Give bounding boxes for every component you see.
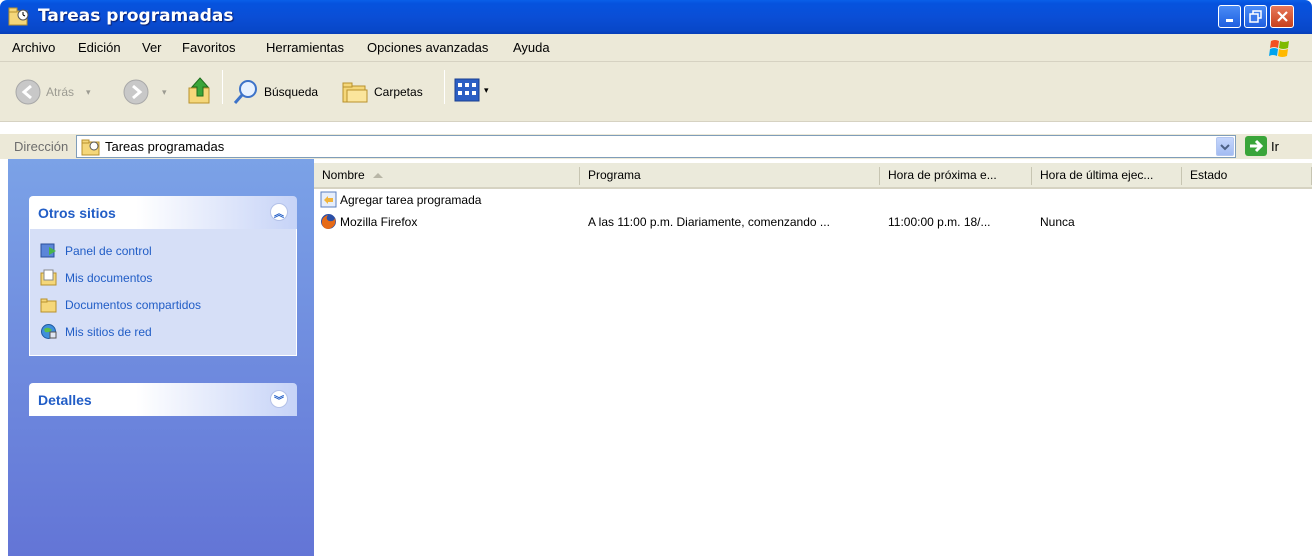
menu-herramientas[interactable]: Herramientas <box>266 40 344 55</box>
back-label: Atrás <box>46 85 75 99</box>
forward-dropdown-icon[interactable]: ▾ <box>162 87 167 98</box>
views-dropdown-icon[interactable]: ▾ <box>484 85 489 96</box>
sort-ascending-icon <box>372 172 383 178</box>
chevron-down-icon <box>1220 143 1230 150</box>
other-places-title: Otros sitios <box>38 205 116 221</box>
details-title: Detalles <box>38 392 92 408</box>
collapse-icon[interactable]: ︽ <box>270 203 288 221</box>
address-label: Dirección <box>14 139 69 154</box>
go-button[interactable]: Ir <box>1245 136 1279 156</box>
shared-folder-icon <box>40 298 57 313</box>
folders-label: Carpetas <box>374 85 423 99</box>
search-label: Búsqueda <box>264 85 319 99</box>
column-header-ultima[interactable]: Hora de última ejec... <box>1032 163 1182 189</box>
menu-ayuda[interactable]: Ayuda <box>513 40 550 55</box>
menu-ver[interactable]: Ver <box>142 40 162 55</box>
menu-opciones-avanzadas[interactable]: Opciones avanzadas <box>367 40 488 55</box>
toolbar: Atrás ▾ ▾ Búsqueda Carpetas ▾ <box>0 62 1312 122</box>
list-item[interactable]: Mozilla Firefox A las 11:00 p.m. Diariam… <box>318 213 1308 232</box>
search-button[interactable]: Búsqueda <box>232 78 318 106</box>
link-shared-documents[interactable]: Documentos compartidos <box>40 291 286 318</box>
other-places-header[interactable]: Otros sitios ︽ <box>29 196 297 229</box>
column-header-estado[interactable]: Estado <box>1182 163 1312 189</box>
address-dropdown-button[interactable] <box>1216 137 1234 156</box>
link-my-documents[interactable]: Mis documentos <box>40 264 286 291</box>
close-icon <box>1276 11 1288 22</box>
up-folder-button[interactable] <box>186 76 214 106</box>
menu-edicion[interactable]: Edición <box>78 40 121 55</box>
forward-button[interactable]: ▾ <box>122 78 167 106</box>
link-control-panel[interactable]: Panel de control <box>40 237 286 264</box>
column-header-nombre[interactable]: Nombre <box>314 163 580 189</box>
firefox-icon <box>321 214 336 229</box>
link-network-places[interactable]: Mis sitios de red <box>40 318 286 345</box>
close-button[interactable] <box>1270 5 1294 28</box>
link-label: Documentos compartidos <box>65 297 202 312</box>
menu-archivo[interactable]: Archivo <box>12 40 55 55</box>
windows-logo-icon <box>1269 40 1289 57</box>
restore-icon <box>1249 10 1262 23</box>
column-label: Estado <box>1190 168 1228 182</box>
folders-icon <box>342 82 368 103</box>
scheduled-tasks-icon <box>81 139 100 156</box>
column-label: Hora de próxima e... <box>888 168 997 182</box>
back-button[interactable]: Atrás ▾ <box>14 78 91 106</box>
file-list: Nombre Programa Hora de próxima e... Hor… <box>314 159 1312 556</box>
address-bar: Dirección Tareas programadas Ir <box>0 133 1312 159</box>
column-label: Programa <box>588 168 641 182</box>
title-bar: Tareas programadas <box>0 0 1312 34</box>
item-next-run: 11:00:00 p.m. 18/... <box>888 215 991 229</box>
item-last-run: Nunca <box>1040 215 1075 229</box>
back-arrow-icon <box>15 79 41 105</box>
menu-favoritos[interactable]: Favoritos <box>182 40 235 55</box>
address-field[interactable]: Tareas programadas <box>76 135 1236 158</box>
column-header-programa[interactable]: Programa <box>580 163 880 189</box>
restore-button[interactable] <box>1244 5 1267 28</box>
item-name: Mozilla Firefox <box>340 214 418 229</box>
add-task-icon <box>320 191 337 208</box>
address-value: Tareas programadas <box>105 139 225 154</box>
other-places-body: Panel de control Mis documentos Document… <box>29 229 297 356</box>
minimize-icon <box>1225 18 1233 22</box>
scheduled-tasks-icon <box>8 7 29 26</box>
minimize-button[interactable] <box>1218 5 1241 28</box>
link-label: Mis sitios de red <box>65 324 152 339</box>
item-name: Agregar tarea programada <box>340 192 482 207</box>
toolbar-separator <box>444 70 445 104</box>
link-label: Mis documentos <box>65 270 153 285</box>
column-label: Nombre <box>322 168 365 182</box>
go-arrow-icon <box>1245 136 1267 156</box>
item-program: A las 11:00 p.m. Diariamente, comenzando… <box>588 215 830 229</box>
window-title: Tareas programadas <box>38 6 234 26</box>
up-folder-icon <box>188 77 210 104</box>
folders-button[interactable]: Carpetas <box>340 78 423 106</box>
my-documents-icon <box>40 269 57 286</box>
task-pane: Otros sitios ︽ Panel de control Mis docu… <box>8 159 314 556</box>
menu-bar: Archivo Edición Ver Favoritos Herramient… <box>0 34 1312 62</box>
column-label: Hora de última ejec... <box>1040 168 1154 182</box>
link-label: Panel de control <box>65 243 152 258</box>
network-places-icon <box>41 324 57 339</box>
expand-icon[interactable]: ︾ <box>270 390 288 408</box>
search-icon <box>233 80 257 104</box>
views-button[interactable]: ▾ <box>454 78 489 102</box>
views-icon <box>454 78 480 102</box>
control-panel-icon <box>40 243 56 258</box>
details-header[interactable]: Detalles ︾ <box>29 383 297 416</box>
column-header-proxima[interactable]: Hora de próxima e... <box>880 163 1032 189</box>
toolbar-separator <box>222 70 223 104</box>
forward-arrow-icon <box>123 79 149 105</box>
back-dropdown-icon[interactable]: ▾ <box>86 87 91 98</box>
list-item[interactable]: Agregar tarea programada <box>318 191 1308 210</box>
details-panel: Detalles ︾ <box>29 383 297 416</box>
other-places-panel: Otros sitios ︽ Panel de control Mis docu… <box>29 196 297 356</box>
go-label: Ir <box>1271 138 1279 154</box>
